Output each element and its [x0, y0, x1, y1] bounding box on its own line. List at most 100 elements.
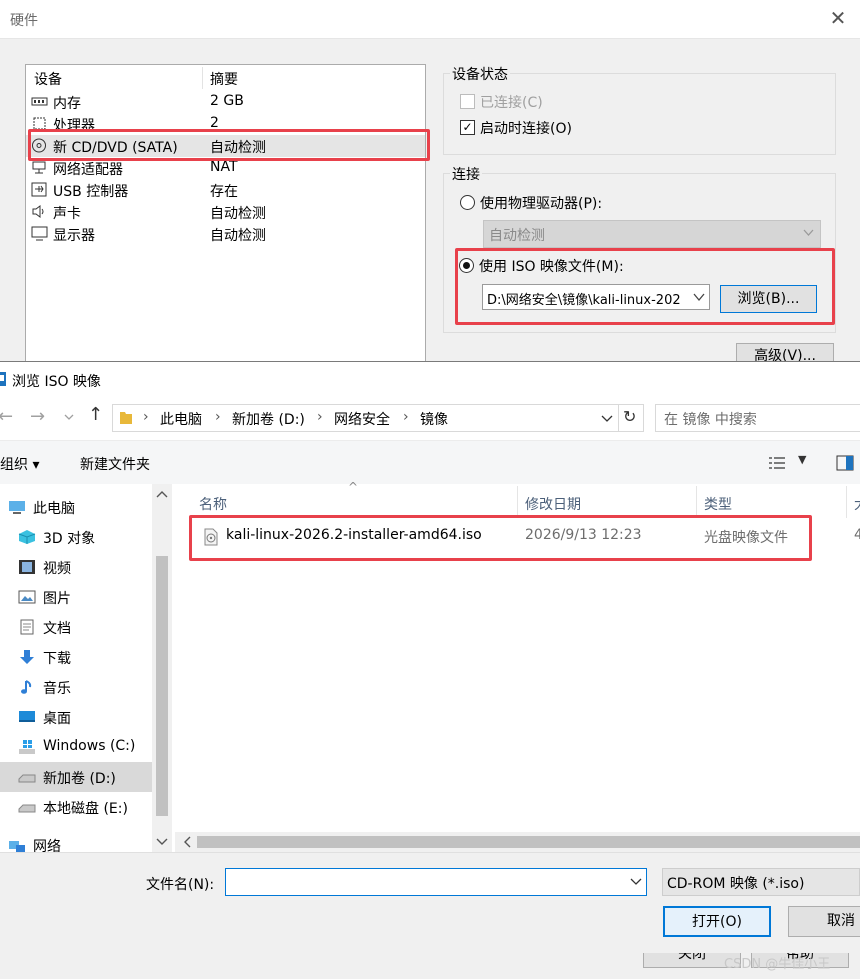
- device-row-display[interactable]: 显示器 自动检测: [26, 223, 425, 245]
- nav-item-documents[interactable]: 文档: [0, 612, 152, 642]
- nav-item-downloads[interactable]: 下载: [0, 642, 152, 672]
- breadcrumb[interactable]: › 此电脑 › 新加卷 (D:) › 网络安全 › 镜像: [112, 404, 619, 432]
- document-icon: [20, 619, 34, 635]
- file-horizontal-scrollbar[interactable]: [175, 832, 860, 852]
- scroll-left-icon[interactable]: [183, 836, 191, 848]
- address-row: ← → ↑ › 此电脑 › 新加卷 (D:) › 网络安全 › 镜像 ↻ 在 镜…: [0, 398, 860, 440]
- browse-iso-dialog: 浏览 ISO 映像 ← → ↑ › 此电脑 › 新加卷 (D:) › 网络安全 …: [0, 361, 860, 953]
- nav-item-drive-d[interactable]: 新加卷 (D:): [0, 762, 152, 792]
- breadcrumb-separator: ›: [143, 409, 149, 425]
- music-icon: [21, 680, 32, 694]
- recent-chevron-icon[interactable]: [64, 414, 74, 421]
- refresh-button[interactable]: ↻: [618, 404, 644, 432]
- view-options-icon[interactable]: [768, 456, 786, 470]
- physical-drive-value: 自动检测: [489, 228, 545, 244]
- highlight-cd-dvd-row: [28, 129, 430, 161]
- cube-icon: [18, 530, 36, 544]
- nav-item-drive-e[interactable]: 本地磁盘 (E:): [0, 792, 152, 822]
- breadcrumb-item[interactable]: 此电脑: [160, 409, 202, 429]
- organize-button[interactable]: 组织 ▾: [0, 454, 39, 474]
- nav-label: 视频: [43, 561, 71, 577]
- video-icon: [19, 560, 35, 574]
- physical-drive-radio[interactable]: [460, 195, 475, 210]
- watermark: CSDN @牛佳小王: [724, 957, 831, 972]
- device-summary: 2 GB: [210, 93, 244, 109]
- column-header-type[interactable]: 类型: [704, 494, 732, 514]
- nav-vertical-scrollbar[interactable]: [152, 484, 172, 852]
- nav-item-3d-objects[interactable]: 3D 对象: [0, 522, 152, 552]
- open-button[interactable]: 打开(O): [663, 906, 771, 937]
- device-column-header[interactable]: 设备: [34, 69, 62, 89]
- breadcrumb-separator: ›: [317, 409, 323, 425]
- nav-item-videos[interactable]: 视频: [0, 552, 152, 582]
- device-row-memory[interactable]: 内存 2 GB: [26, 91, 425, 113]
- view-dropdown-icon[interactable]: ▼: [798, 453, 806, 466]
- breadcrumb-separator: ›: [403, 409, 409, 425]
- connect-on-start-label: 启动时连接(O): [480, 121, 572, 137]
- scroll-up-icon[interactable]: [156, 490, 168, 498]
- nav-label: 图片: [43, 591, 71, 607]
- file-type-value: CD-ROM 映像 (*.iso): [667, 876, 805, 892]
- column-header-size[interactable]: 大: [854, 494, 860, 514]
- chevron-down-icon[interactable]: [601, 415, 613, 423]
- device-row-usb[interactable]: USB 控制器 存在: [26, 179, 425, 201]
- picture-icon: [18, 590, 36, 604]
- device-summary: 自动检测: [210, 206, 266, 222]
- breadcrumb-separator: ›: [215, 409, 221, 425]
- nav-label: 下载: [43, 651, 71, 667]
- filename-input[interactable]: [225, 868, 647, 896]
- nav-label: 此电脑: [33, 501, 75, 517]
- column-divider: [517, 486, 518, 518]
- column-divider: [202, 67, 203, 89]
- up-arrow-icon[interactable]: ↑: [88, 404, 103, 425]
- nav-item-music[interactable]: 音乐: [0, 672, 152, 702]
- breadcrumb-item[interactable]: 网络安全: [334, 409, 390, 429]
- connected-checkbox[interactable]: [460, 94, 475, 109]
- forward-arrow-icon[interactable]: →: [30, 406, 45, 427]
- scroll-thumb[interactable]: [156, 556, 168, 816]
- search-placeholder: 在 镜像 中搜索: [664, 412, 757, 428]
- device-summary: 自动检测: [210, 228, 266, 244]
- highlight-iso-file: [189, 515, 812, 561]
- nav-item-pictures[interactable]: 图片: [0, 582, 152, 612]
- nav-label: 3D 对象: [43, 531, 96, 547]
- hardware-title: 硬件: [10, 13, 38, 29]
- chevron-down-icon: [803, 229, 814, 236]
- connect-on-start-checkbox[interactable]: ✓: [460, 120, 475, 135]
- device-name: 声卡: [53, 206, 81, 222]
- back-arrow-icon[interactable]: ←: [0, 406, 13, 427]
- new-folder-button[interactable]: 新建文件夹: [80, 454, 150, 474]
- usb-icon: [31, 182, 47, 197]
- nav-item-windows-c[interactable]: Windows (C:): [0, 732, 152, 762]
- device-row-sound[interactable]: 声卡 自动检测: [26, 201, 425, 223]
- app-icon: [0, 372, 6, 386]
- breadcrumb-item[interactable]: 镜像: [420, 409, 448, 429]
- preview-pane-icon[interactable]: [836, 455, 854, 471]
- nav-item-network[interactable]: 网络: [0, 830, 152, 854]
- column-header-name[interactable]: 名称: [199, 494, 227, 514]
- desktop-icon: [19, 711, 35, 722]
- chevron-down-icon[interactable]: [630, 878, 642, 886]
- nav-label: 桌面: [43, 711, 71, 727]
- drive-icon: [18, 774, 36, 783]
- nav-item-desktop[interactable]: 桌面: [0, 702, 152, 732]
- browse-title: 浏览 ISO 映像: [12, 374, 101, 390]
- close-icon[interactable]: ✕: [828, 8, 848, 28]
- file-type-select[interactable]: CD-ROM 映像 (*.iso): [662, 868, 860, 896]
- monitor-icon: [31, 226, 48, 241]
- device-status-label: 设备状态: [450, 64, 510, 84]
- device-name: 显示器: [53, 228, 95, 244]
- physical-drive-select[interactable]: 自动检测: [483, 220, 821, 248]
- nav-item-this-pc[interactable]: 此电脑: [0, 492, 152, 522]
- network-adapter-icon: [32, 161, 46, 174]
- column-header-modified[interactable]: 修改日期: [525, 494, 581, 514]
- column-divider: [696, 486, 697, 518]
- memory-icon: [31, 97, 48, 106]
- scroll-down-icon[interactable]: [156, 838, 168, 846]
- summary-column-header[interactable]: 摘要: [210, 69, 238, 89]
- cancel-button[interactable]: 取消: [788, 906, 860, 937]
- search-input[interactable]: 在 镜像 中搜索: [655, 404, 860, 432]
- scroll-thumb[interactable]: [197, 836, 860, 848]
- breadcrumb-item[interactable]: 新加卷 (D:): [232, 409, 305, 429]
- file-size: 4: [854, 527, 860, 543]
